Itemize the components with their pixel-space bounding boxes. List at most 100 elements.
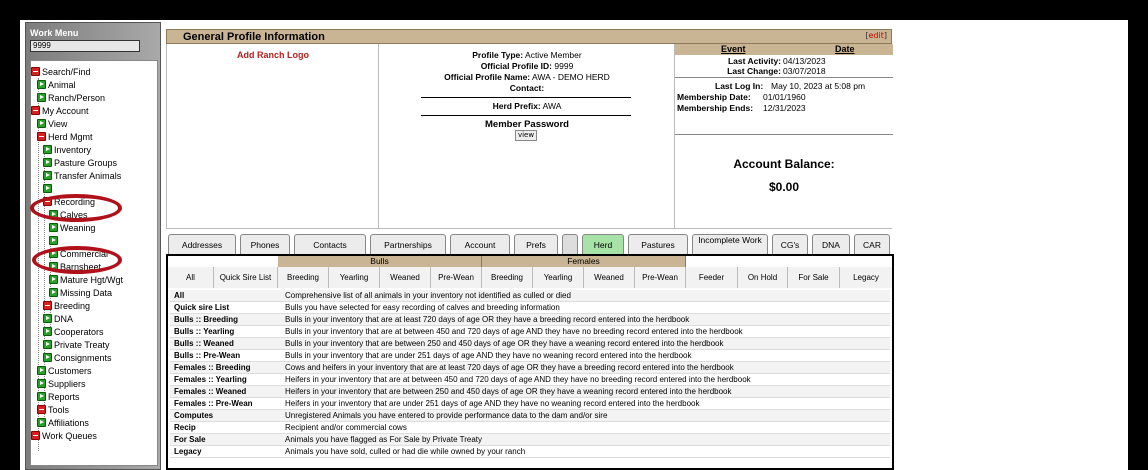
edit-link[interactable]: edit [869, 31, 884, 40]
expand-icon[interactable] [37, 93, 46, 102]
expand-icon[interactable] [49, 288, 58, 297]
expand-icon[interactable] [49, 236, 58, 245]
sidebar-item-affiliations[interactable]: Affiliations [37, 417, 89, 430]
sidebar-item-animal[interactable]: Animal [37, 79, 76, 92]
collapse-icon[interactable] [31, 106, 40, 115]
tab-cgs[interactable]: CG's [772, 234, 808, 256]
tab-addresses[interactable]: Addresses [168, 234, 236, 256]
expand-icon[interactable] [43, 171, 52, 180]
subtab-all[interactable]: All [168, 267, 214, 288]
sidebar-item-herd-mgmt[interactable]: Herd Mgmt [37, 131, 93, 144]
last-login-row: Last Log In: May 10, 2023 at 5:08 pm [675, 81, 893, 92]
expand-icon[interactable] [43, 340, 52, 349]
app-window: Work Menu 9999 Search/Find Animal Ranch/… [20, 20, 1128, 470]
subtab-bulls-yearling[interactable]: Yearling [329, 267, 380, 288]
subtab-for-sale[interactable]: For Sale [788, 267, 840, 288]
expand-icon[interactable] [49, 275, 58, 284]
collapse-icon[interactable] [31, 431, 40, 440]
sidebar-item-pasture-groups[interactable]: Pasture Groups [43, 157, 117, 170]
tab-phones[interactable]: Phones [240, 234, 290, 256]
sidebar-item-inventory[interactable]: Inventory [43, 144, 91, 157]
profile-id-input[interactable]: 9999 [30, 40, 140, 52]
sidebar-item-transfer-animals[interactable]: Transfer Animals [43, 170, 121, 183]
collapse-icon[interactable] [31, 67, 40, 76]
subtab-on-hold[interactable]: On Hold [738, 267, 788, 288]
expand-icon[interactable] [43, 184, 52, 193]
expand-icon[interactable] [37, 392, 46, 401]
description-text: Recipient and/or commercial cows [285, 423, 407, 432]
sidebar-item-dna[interactable]: DNA [43, 313, 73, 326]
tab-incomplete-work[interactable]: Incomplete Work [692, 234, 768, 256]
sidebar-item-weaning[interactable]: Weaning [49, 222, 95, 235]
sidebar-item-customers[interactable]: Customers [37, 365, 92, 378]
tab-car[interactable]: CAR [854, 234, 890, 256]
subtab-females-weaned[interactable]: Weaned [584, 267, 635, 288]
collapse-icon[interactable] [37, 132, 46, 141]
sidebar-item-label: Cooperators [54, 327, 104, 337]
profile-header: General Profile Information [edit] [166, 29, 892, 44]
subtab-legacy[interactable]: Legacy [840, 267, 892, 288]
tab-herd[interactable]: Herd [582, 234, 624, 256]
sidebar-item-missing-data[interactable]: Missing Data [49, 287, 112, 300]
sidebar-item-reports[interactable]: Reports [37, 391, 80, 404]
tab-dna[interactable]: DNA [812, 234, 850, 256]
tab-account[interactable]: Account [450, 234, 510, 256]
sidebar-item-view[interactable]: View [37, 118, 67, 131]
expand-icon[interactable] [37, 119, 46, 128]
sidebar-item-consignments[interactable]: Consignments [43, 352, 112, 365]
tab-pastures[interactable]: Pastures [628, 234, 688, 256]
divider [675, 77, 893, 78]
expand-icon[interactable] [37, 379, 46, 388]
sidebar-item-my-account[interactable]: My Account [31, 105, 89, 118]
sidebar-item-work-queues[interactable]: Work Queues [31, 430, 97, 443]
subtab-bulls-weaned[interactable]: Weaned [380, 267, 431, 288]
collapse-icon[interactable] [37, 405, 46, 414]
expand-icon[interactable] [43, 327, 52, 336]
description-text: Unregistered Animals you have entered to… [285, 411, 608, 420]
sidebar-item-cooperators[interactable]: Cooperators [43, 326, 104, 339]
sidebar-item-label: Work Queues [42, 431, 97, 441]
divider [421, 97, 631, 98]
tab-contacts[interactable]: Contacts [294, 234, 366, 256]
sidebar-item-private-treaty[interactable]: Private Treaty [43, 339, 110, 352]
collapse-icon[interactable] [43, 301, 52, 310]
membership-date-row: Membership Date: 01/01/1960 [675, 92, 893, 103]
subtab-quick-sire-list[interactable]: Quick Sire List [214, 267, 278, 288]
expand-icon[interactable] [37, 80, 46, 89]
sidebar-item-search-find[interactable]: Search/Find [31, 66, 91, 79]
membership-date-value: 01/01/1960 [763, 92, 806, 102]
sidebar-item-hidden[interactable] [43, 183, 54, 196]
subtab-bulls-breeding[interactable]: Breeding [278, 267, 329, 288]
contact-row: Contact: [379, 83, 675, 94]
expand-icon[interactable] [43, 158, 52, 167]
expand-icon[interactable] [43, 145, 52, 154]
profile-name-value: AWA - DEMO HERD [532, 72, 610, 82]
subtab-feeder[interactable]: Feeder [686, 267, 738, 288]
expand-icon[interactable] [37, 366, 46, 375]
description-key: For Sale [174, 435, 206, 444]
tab-prefs[interactable]: Prefs [514, 234, 558, 256]
add-ranch-logo-link[interactable]: Add Ranch Logo [167, 50, 379, 60]
subtab-females-pre-wean[interactable]: Pre-Wean [635, 267, 686, 288]
subtab-females-yearling[interactable]: Yearling [533, 267, 584, 288]
expand-icon[interactable] [43, 314, 52, 323]
sidebar-item-suppliers[interactable]: Suppliers [37, 378, 86, 391]
sidebar-item-mature-hgt-wgt[interactable]: Mature Hgt/Wgt [49, 274, 123, 287]
subtab-females-breeding[interactable]: Breeding [482, 267, 533, 288]
last-change-label: Last Change: [727, 66, 781, 76]
sidebar-item-hidden[interactable] [49, 235, 60, 248]
list-item: For Sale Animals you have flagged as For … [170, 434, 890, 446]
tab-partnerships[interactable]: Partnerships [370, 234, 446, 256]
description-key: Females :: Pre-Wean [174, 399, 253, 408]
description-key: All [174, 291, 185, 300]
description-key: Bulls :: Pre-Wean [174, 351, 241, 360]
expand-icon[interactable] [49, 223, 58, 232]
sidebar-item-tools[interactable]: Tools [37, 404, 69, 417]
expand-icon[interactable] [37, 418, 46, 427]
subtab-bulls-pre-wean[interactable]: Pre-Wean [431, 267, 482, 288]
tab-blank[interactable] [562, 234, 578, 256]
sidebar-item-ranch-person[interactable]: Ranch/Person [37, 92, 105, 105]
expand-icon[interactable] [43, 353, 52, 362]
view-password-button[interactable]: view [515, 130, 537, 141]
sidebar-item-breeding[interactable]: Breeding [43, 300, 90, 313]
